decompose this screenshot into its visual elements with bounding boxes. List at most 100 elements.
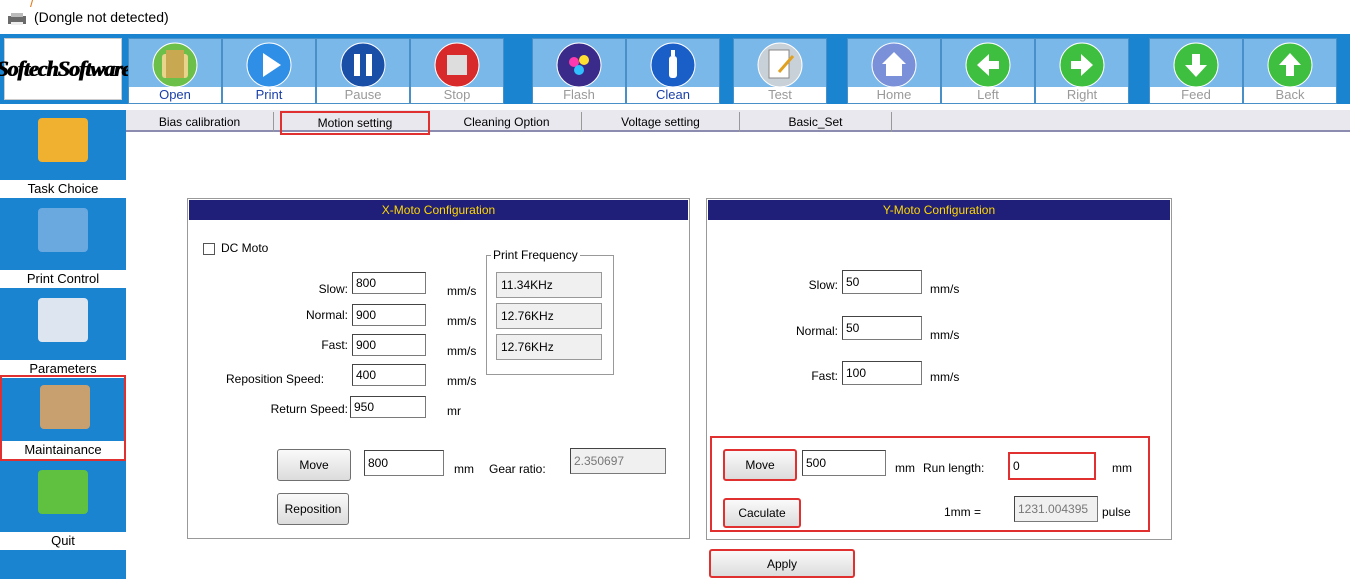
- gear-ratio-label: Gear ratio:: [489, 462, 546, 476]
- y-fast-input[interactable]: [842, 361, 922, 385]
- tab-cleaning-option[interactable]: Cleaning Option: [432, 112, 582, 132]
- toolbar-button-label: Test: [734, 87, 826, 103]
- run-length-label: Run length:: [923, 461, 985, 475]
- document-pen-icon: [757, 42, 803, 88]
- x-normal-label: Normal:: [305, 308, 348, 322]
- x-fast-input[interactable]: [352, 334, 426, 356]
- gear-icon: [38, 298, 88, 342]
- toolbar-button-left[interactable]: Left: [941, 38, 1035, 104]
- toolbar-button-label: Pause: [317, 87, 409, 103]
- x-return-input[interactable]: [350, 396, 426, 418]
- x-move-button[interactable]: Move: [277, 449, 351, 481]
- sidebar-item-quit[interactable]: Quit: [0, 462, 126, 550]
- toolbar-button-label: Feed: [1150, 87, 1242, 103]
- frequency-value: 12.76KHz: [496, 303, 602, 329]
- toolbar-button-label: Print: [223, 87, 315, 103]
- sidebar-item-maintainance[interactable]: Maintainance: [0, 375, 126, 461]
- toolbar-button-label: Open: [129, 87, 221, 103]
- toolbar-button-pause[interactable]: Pause: [316, 38, 410, 104]
- arrow-right-icon: [1059, 42, 1105, 88]
- stop-icon: [434, 42, 480, 88]
- printer-icon: [8, 13, 26, 25]
- y-moto-title: Y-Moto Configuration: [707, 199, 1171, 221]
- folder-icon: [38, 118, 88, 162]
- dc-moto-checkbox[interactable]: [203, 243, 215, 255]
- gear-ratio-value: [570, 448, 666, 474]
- title-bar: / (Dongle not detected): [0, 0, 1350, 28]
- toolbar-button-label: Clean: [627, 87, 719, 103]
- tab-basic-set[interactable]: Basic_Set: [740, 112, 892, 132]
- x-move-unit: mm: [454, 462, 474, 476]
- frequency-value: 12.76KHz: [496, 334, 602, 360]
- x-normal-unit: mm/s: [447, 314, 477, 328]
- ink-drops-icon: [556, 42, 602, 88]
- toolbar-button-clean[interactable]: Clean: [626, 38, 720, 104]
- x-reposition-input[interactable]: [352, 364, 426, 386]
- run-length-input[interactable]: [1008, 452, 1096, 480]
- y-fast-unit: mm/s: [930, 370, 960, 384]
- exit-person-icon: [38, 470, 88, 514]
- sidebar-item-parameters[interactable]: Parameters: [0, 290, 126, 378]
- toolbar-button-right[interactable]: Right: [1035, 38, 1129, 104]
- sidebar-item-label: Quit: [0, 532, 126, 550]
- toolbar-button-label: Stop: [411, 87, 503, 103]
- pulse-value: [1014, 496, 1098, 522]
- toolbar-button-print[interactable]: Print: [222, 38, 316, 104]
- y-move-button[interactable]: Move: [723, 449, 797, 481]
- x-move-input[interactable]: [364, 450, 444, 476]
- y-slow-unit: mm/s: [930, 282, 960, 296]
- dongle-status: (Dongle not detected): [34, 9, 169, 25]
- x-moto-title: X-Moto Configuration: [188, 199, 689, 221]
- y-normal-unit: mm/s: [930, 328, 960, 342]
- x-fast-label: Fast:: [321, 338, 348, 352]
- x-slow-unit: mm/s: [447, 284, 477, 298]
- toolbar-button-label: Right: [1036, 87, 1128, 103]
- disc-icon: [38, 208, 88, 252]
- y-slow-input[interactable]: [842, 270, 922, 294]
- y-fast-label: Fast:: [811, 369, 838, 383]
- toolbar-button-label: Flash: [533, 87, 625, 103]
- pause-icon: [340, 42, 386, 88]
- sidebar-item-label: Maintainance: [2, 441, 124, 459]
- arrow-up-icon: [1267, 42, 1313, 88]
- x-normal-input[interactable]: [352, 304, 426, 326]
- x-slow-input[interactable]: [352, 272, 426, 294]
- y-normal-input[interactable]: [842, 316, 922, 340]
- toolbar-button-stop[interactable]: Stop: [410, 38, 504, 104]
- caculate-button[interactable]: Caculate: [723, 498, 801, 528]
- tab-motion-setting[interactable]: Motion setting: [280, 111, 430, 135]
- softech-logo: SoftechSoftware: [0, 38, 131, 100]
- apply-button[interactable]: Apply: [709, 549, 855, 578]
- frequency-value: 11.34KHz: [496, 272, 602, 298]
- run-length-unit: mm: [1112, 461, 1132, 475]
- sidebar-item-print-control[interactable]: Print Control: [0, 200, 126, 288]
- sidebar-item-label: Task Choice: [0, 180, 126, 198]
- tab-voltage-setting[interactable]: Voltage setting: [582, 112, 740, 132]
- y-normal-label: Normal:: [795, 324, 838, 338]
- toolbar-button-flash[interactable]: Flash: [532, 38, 626, 104]
- toolbar-button-test[interactable]: Test: [733, 38, 827, 104]
- reposition-button[interactable]: Reposition: [277, 493, 349, 525]
- x-slow-label: Slow:: [318, 282, 348, 296]
- x-fast-unit: mm/s: [447, 344, 477, 358]
- folder-icon: [152, 42, 198, 88]
- pulse-unit: pulse: [1102, 505, 1131, 519]
- x-reposition-unit: mm/s: [447, 374, 477, 388]
- toolbar-button-label: Back: [1244, 87, 1336, 103]
- x-return-label: Return Speed:: [270, 402, 348, 416]
- sidebar-item-label: Print Control: [0, 270, 126, 288]
- one-mm-label: 1mm =: [944, 505, 982, 519]
- toolbar-button-back[interactable]: Back: [1243, 38, 1337, 104]
- arrow-left-icon: [965, 42, 1011, 88]
- tab-bias-calibration[interactable]: Bias calibration: [126, 112, 274, 132]
- x-reposition-label: Reposition Speed:: [226, 372, 325, 386]
- toolbar-button-open[interactable]: Open: [128, 38, 222, 104]
- sidebar-item-task-choice[interactable]: Task Choice: [0, 110, 126, 198]
- toolbar-button-feed[interactable]: Feed: [1149, 38, 1243, 104]
- dc-moto-label: DC Moto: [221, 241, 269, 255]
- y-move-unit: mm: [895, 461, 915, 475]
- logo-text: SoftechSoftware: [0, 56, 131, 81]
- y-move-input[interactable]: [802, 450, 886, 476]
- toolbar-button-home[interactable]: Home: [847, 38, 941, 104]
- arrow-down-icon: [1173, 42, 1219, 88]
